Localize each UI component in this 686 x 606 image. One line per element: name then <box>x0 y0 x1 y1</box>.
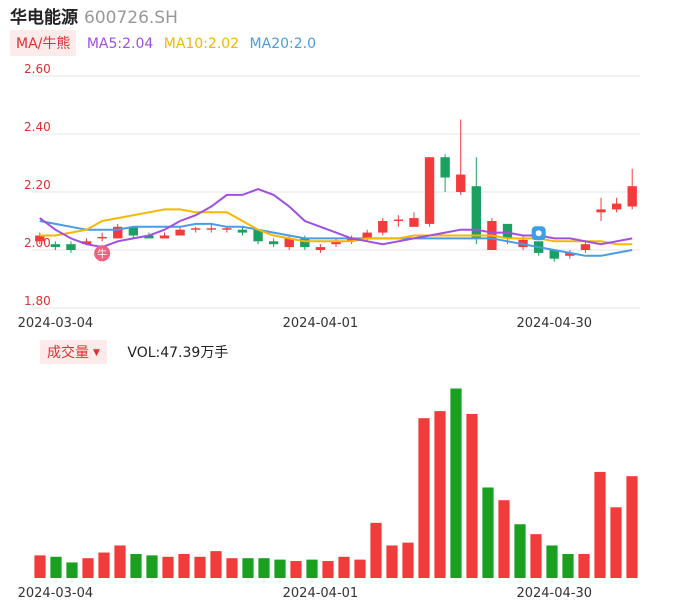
candle-body <box>50 244 61 248</box>
candle-body <box>268 241 279 245</box>
candle-body <box>440 157 450 178</box>
volume-bar <box>498 500 510 578</box>
y-tick-label: 2.40 <box>24 120 51 134</box>
volume-x-tick-label: 2024-04-01 <box>283 586 359 601</box>
volume-bar <box>82 558 94 578</box>
y-tick-label: 2.60 <box>24 62 51 76</box>
candle-body <box>159 235 170 239</box>
candle-body <box>611 203 622 210</box>
candle-body <box>424 157 435 224</box>
stock-chart: 2.602.402.202.001.80牛2024-03-042024-03-0… <box>18 62 640 601</box>
volume-bar <box>466 413 478 578</box>
volume-bar <box>514 524 526 578</box>
volume-bar <box>194 556 206 578</box>
volume-bar <box>242 558 254 578</box>
volume-bar <box>450 388 462 578</box>
bear-icon-dot <box>535 230 542 237</box>
candle-body <box>627 186 637 207</box>
volume-bar <box>226 558 238 578</box>
volume-bar <box>370 522 382 578</box>
volume-bar <box>402 542 414 578</box>
volume-bar <box>610 507 622 578</box>
candle-body <box>66 244 76 250</box>
volume-bar <box>130 553 142 578</box>
y-tick-label: 2.20 <box>24 178 51 192</box>
volume-bar <box>258 558 270 578</box>
x-tick-label: 2024-04-30 <box>516 316 592 331</box>
volume-bar <box>338 556 350 578</box>
volume-bar <box>530 534 542 578</box>
volume-bar <box>594 471 606 578</box>
volume-x-tick-label: 2024-04-30 <box>516 586 592 601</box>
volume-bar <box>482 487 494 578</box>
volume-bar <box>34 555 46 578</box>
volume-x-tick-label: 2024-03-04 <box>18 586 94 601</box>
volume-bar <box>290 561 302 578</box>
volume-bar <box>114 545 126 578</box>
volume-bar <box>626 476 638 578</box>
volume-bar <box>354 559 366 578</box>
candle-body <box>596 209 606 213</box>
candle-body <box>206 228 216 230</box>
volume-bar <box>146 555 158 578</box>
volume-bar <box>210 551 222 578</box>
volume-bar <box>434 411 446 578</box>
candle-body <box>409 218 419 227</box>
candle-body <box>191 228 201 230</box>
candle-body <box>580 244 591 250</box>
candle-body <box>456 174 466 192</box>
x-tick-label: 2024-03-04 <box>18 316 94 331</box>
bull-icon-label: 牛 <box>97 247 107 260</box>
volume-bar <box>562 553 574 578</box>
volume-bar <box>98 552 110 578</box>
candle-body <box>315 247 326 250</box>
volume-bar <box>274 559 286 578</box>
volume-bar <box>66 562 78 578</box>
volume-bar <box>386 545 398 578</box>
volume-bar <box>50 556 62 578</box>
candle-body <box>97 236 107 239</box>
volume-bar <box>418 418 430 578</box>
candle-body <box>502 223 513 239</box>
volume-bar <box>546 545 558 578</box>
volume-bar <box>178 553 190 578</box>
candle-body <box>222 228 232 230</box>
x-tick-label: 2024-04-01 <box>283 316 359 331</box>
volume-bar <box>578 553 590 578</box>
y-tick-label: 1.80 <box>24 294 51 308</box>
candle-body <box>175 229 185 236</box>
candle-body <box>393 219 404 221</box>
volume-bar <box>306 559 318 578</box>
candle-body <box>378 221 388 233</box>
volume-bar <box>162 556 174 578</box>
volume-bar <box>322 561 334 578</box>
candle-body <box>237 229 248 233</box>
